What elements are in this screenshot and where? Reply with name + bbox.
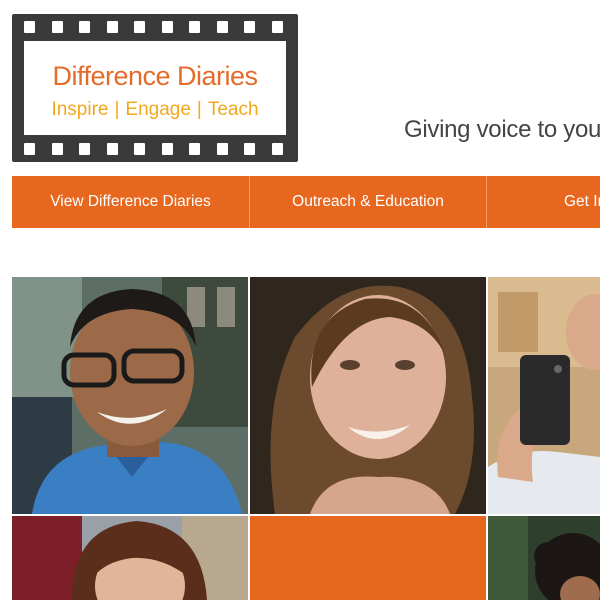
film-perforation [79,143,90,155]
diary-photo-tile[interactable] [12,277,248,514]
nav-divider [486,176,487,228]
logo-tagline-separator: | [114,99,120,120]
portrait-photo [12,277,248,514]
film-perforation [244,143,255,155]
diary-photo-tile[interactable] [250,277,486,514]
nav-item-outreach-education[interactable]: Outreach & Education [250,176,486,228]
film-perforation [161,143,173,155]
logo-panel: Difference Diaries Inspire | Engage | Teach [24,41,286,135]
film-perforation [79,21,90,33]
film-perforation [106,143,118,155]
diary-photo-tile[interactable] [488,277,600,514]
portrait-photo [250,277,486,514]
film-perforation [51,21,63,33]
film-perforation [216,143,228,155]
logo-title: Difference Diaries [52,61,258,91]
logo-tagline-word: Teach [207,99,259,120]
film-perforation [189,21,200,33]
nav-item-get-involved[interactable]: Get In [564,176,600,228]
portrait-photo [12,516,248,600]
film-perforation [24,21,35,33]
site-tagline: Giving voice to you [404,116,600,143]
logo-tagline-word: Engage [125,99,191,120]
film-perforation [106,21,118,33]
logo-tagline: Inspire | Engage | Teach [24,99,286,121]
film-perforation [216,21,228,33]
orange-color-tile [250,516,486,600]
logo-tagline-separator: | [196,99,202,120]
diary-photo-tile[interactable] [488,516,600,600]
logo-tagline-word: Inspire [51,99,109,120]
film-perforations-bottom [12,136,298,162]
film-perforation [271,21,283,33]
film-perforation [51,143,63,155]
film-perforation [271,143,283,155]
portrait-photo [488,277,600,514]
film-perforation [24,143,35,155]
film-perforation [244,21,255,33]
nav-item-view-difference-diaries[interactable]: View Difference Diaries [12,176,249,228]
film-perforation [161,21,173,33]
portrait-photo [488,516,600,600]
film-perforation [189,143,200,155]
main-nav: View Difference Diaries Outreach & Educa… [12,176,600,228]
film-perforation [134,143,145,155]
film-perforations-top [12,14,298,40]
diary-photo-tile[interactable] [12,516,248,600]
site-logo[interactable]: Difference Diaries Inspire | Engage | Teach [12,14,298,162]
film-perforation [134,21,145,33]
